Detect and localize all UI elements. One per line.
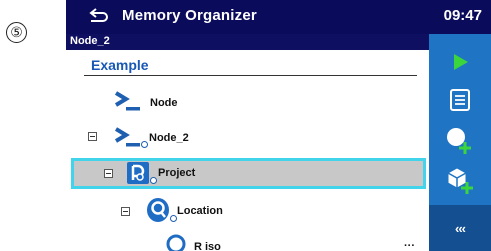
tree-item-project[interactable]: Project xyxy=(158,167,195,179)
measurement-icon xyxy=(166,234,186,251)
clock: 09:47 xyxy=(443,7,482,24)
play-icon xyxy=(454,54,468,70)
location-icon xyxy=(147,198,169,222)
sidebar: ‹‹‹ xyxy=(429,34,491,251)
selected-row[interactable] xyxy=(71,158,426,189)
tree-item-node[interactable]: Node xyxy=(150,97,178,109)
back-arrow-icon[interactable] xyxy=(88,6,110,26)
add-measurement-button[interactable] xyxy=(429,121,491,159)
breadcrumb: Node_2 xyxy=(66,34,429,50)
collapse-toggle-project[interactable] xyxy=(104,169,113,178)
node-icon xyxy=(114,127,140,147)
details-button[interactable] xyxy=(429,81,491,119)
title-bar: Memory Organizer 09:47 xyxy=(66,0,491,34)
add-structure-button[interactable] xyxy=(429,161,491,199)
divider xyxy=(84,75,417,76)
tree-item-r-iso[interactable]: R iso xyxy=(194,241,221,251)
tree-view: Example Node Node_2 Project Location R i… xyxy=(66,50,429,251)
add-structure-icon xyxy=(447,167,473,194)
device-screen: Memory Organizer 09:47 Node_2 Example No… xyxy=(66,0,491,251)
step-number: ⑤ xyxy=(6,22,27,43)
more-options-label: ‹‹‹ xyxy=(455,220,466,236)
collapse-toggle-node-2[interactable] xyxy=(88,132,97,141)
tree-root-title[interactable]: Example xyxy=(91,57,149,73)
more-options-button[interactable]: ‹‹‹ xyxy=(429,205,491,251)
tree-item-node-2[interactable]: Node_2 xyxy=(149,132,189,144)
status-dot xyxy=(141,141,148,148)
more-dots: ··· xyxy=(404,240,415,251)
collapse-toggle-location[interactable] xyxy=(121,207,130,216)
status-dot xyxy=(170,215,177,222)
start-button[interactable] xyxy=(429,43,491,81)
tree-item-location[interactable]: Location xyxy=(177,205,223,217)
page-title: Memory Organizer xyxy=(122,7,257,24)
project-icon xyxy=(127,162,149,184)
status-dot xyxy=(150,177,157,184)
node-icon xyxy=(114,91,140,111)
breadcrumb-label: Node_2 xyxy=(70,35,110,47)
add-measurement-icon xyxy=(447,128,471,154)
details-icon xyxy=(450,89,470,111)
